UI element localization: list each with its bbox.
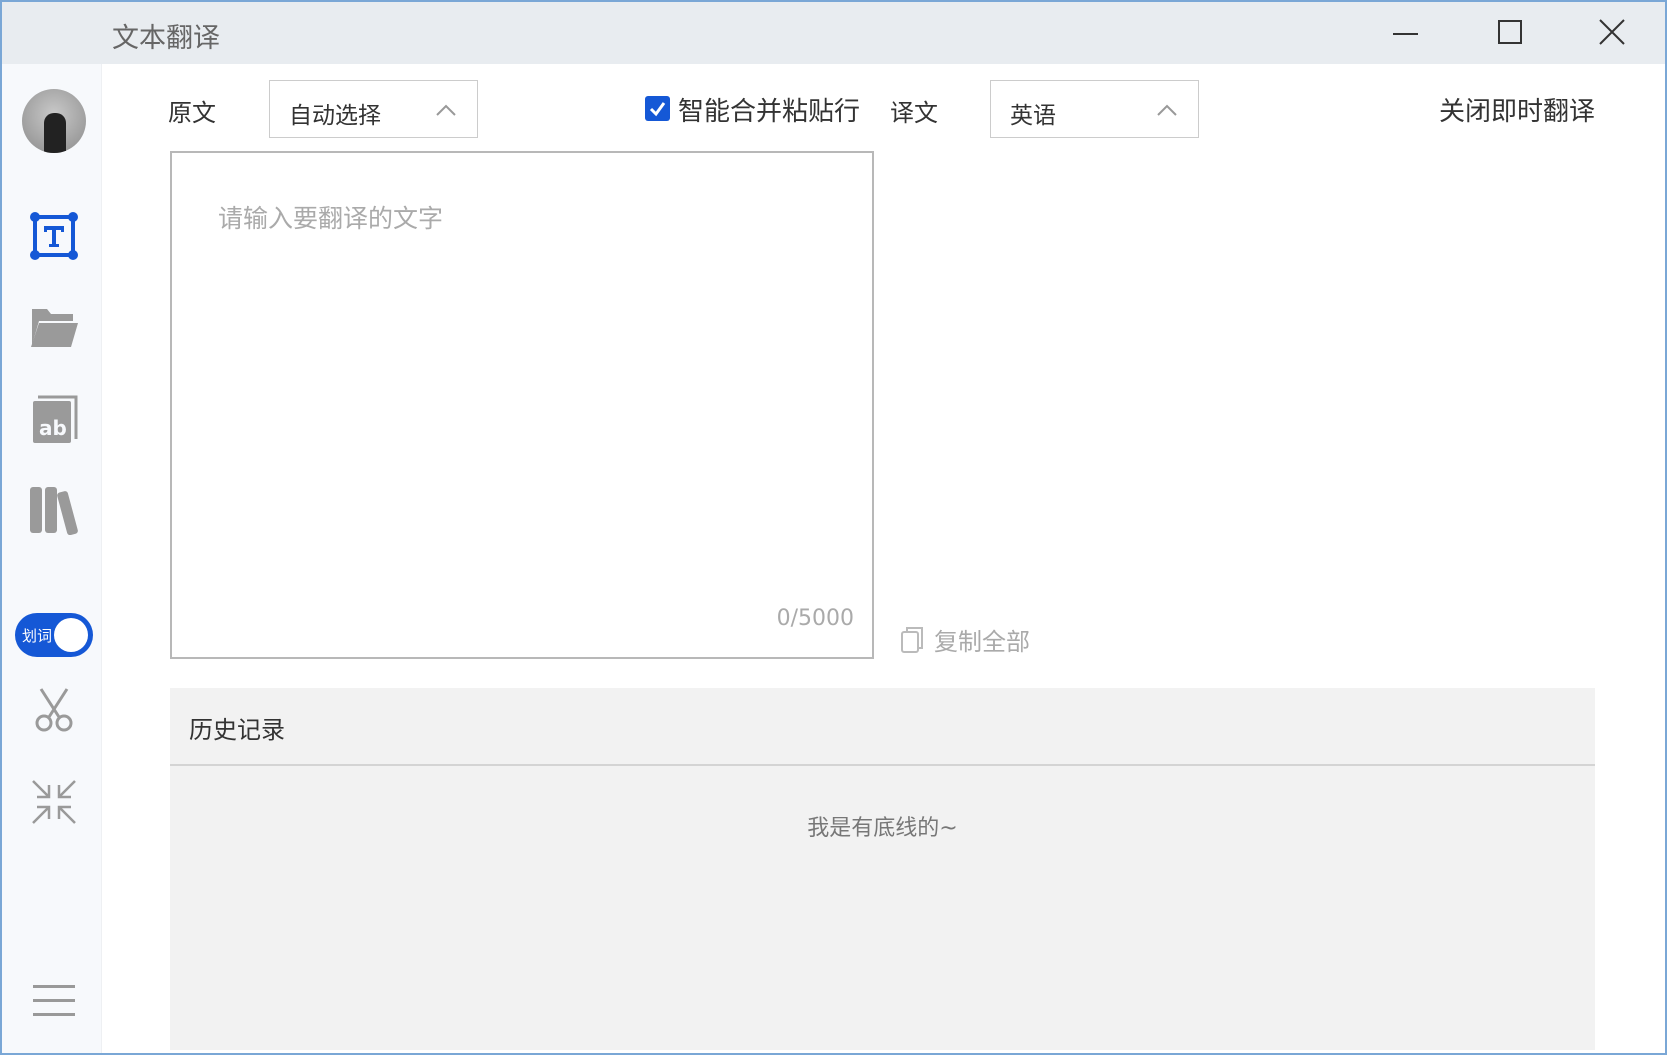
target-language-dropdown[interactable]: 英语 (990, 80, 1199, 138)
checkmark-icon (649, 102, 666, 117)
maximize-icon (1498, 20, 1522, 44)
history-panel: 历史记录 我是有底线的~ (170, 688, 1595, 1050)
screenshot-button[interactable] (26, 682, 82, 738)
history-end-text: 我是有底线的~ (807, 816, 958, 841)
close-instant-translate-button[interactable]: 关闭即时翻译 (1439, 91, 1595, 128)
hamburger-menu-icon (33, 985, 75, 1016)
menu-button[interactable] (26, 973, 82, 1029)
folder-icon (31, 309, 78, 347)
target-language-value: 英语 (1010, 103, 1056, 129)
toggle-label: 划词 (22, 627, 53, 645)
title-bar: 文本翻译 (0, 0, 1667, 64)
copy-all-button[interactable]: 复制全部 (900, 622, 1030, 657)
source-language-dropdown[interactable]: 自动选择 (269, 80, 478, 138)
books-icon (30, 487, 78, 535)
history-header: 历史记录 (170, 688, 1595, 766)
library-button[interactable] (26, 482, 82, 538)
image-text-button[interactable]: ab (26, 392, 82, 448)
chevron-up-icon (1157, 104, 1177, 116)
scissors-icon (35, 688, 73, 732)
close-button[interactable] (1588, 12, 1638, 52)
text-box-icon (30, 212, 78, 260)
svg-text:ab: ab (39, 416, 67, 440)
source-language-value: 自动选择 (289, 103, 381, 129)
input-placeholder: 请输入要翻译的文字 (218, 204, 444, 233)
toggle-knob (54, 618, 88, 652)
word-select-toggle[interactable]: 划词 (15, 613, 93, 657)
avatar[interactable] (22, 89, 86, 153)
merge-lines-label[interactable]: 智能合并粘贴行 (678, 91, 860, 128)
window-title: 文本翻译 (112, 23, 220, 54)
close-icon (1599, 19, 1625, 45)
maximize-button[interactable] (1485, 12, 1535, 52)
text-translate-button[interactable] (26, 208, 82, 264)
compress-icon (32, 780, 76, 824)
target-label: 译文 (890, 99, 938, 127)
merge-lines-checkbox[interactable] (645, 96, 670, 121)
history-title: 历史记录 (189, 716, 285, 744)
source-text-input[interactable]: 请输入要翻译的文字 0/5000 (170, 151, 874, 659)
source-label: 原文 (168, 99, 216, 127)
ab-document-icon: ab (33, 395, 78, 443)
chevron-up-icon (436, 104, 456, 116)
compact-mode-button[interactable] (26, 774, 82, 830)
minimize-icon (1393, 33, 1418, 35)
minimize-button[interactable] (1381, 12, 1431, 52)
sidebar: ab 划词 (2, 64, 102, 1053)
file-translate-button[interactable] (26, 299, 82, 355)
copy-icon (901, 626, 923, 653)
char-count: 0/5000 (776, 606, 854, 631)
copy-all-label: 复制全部 (934, 628, 1030, 656)
